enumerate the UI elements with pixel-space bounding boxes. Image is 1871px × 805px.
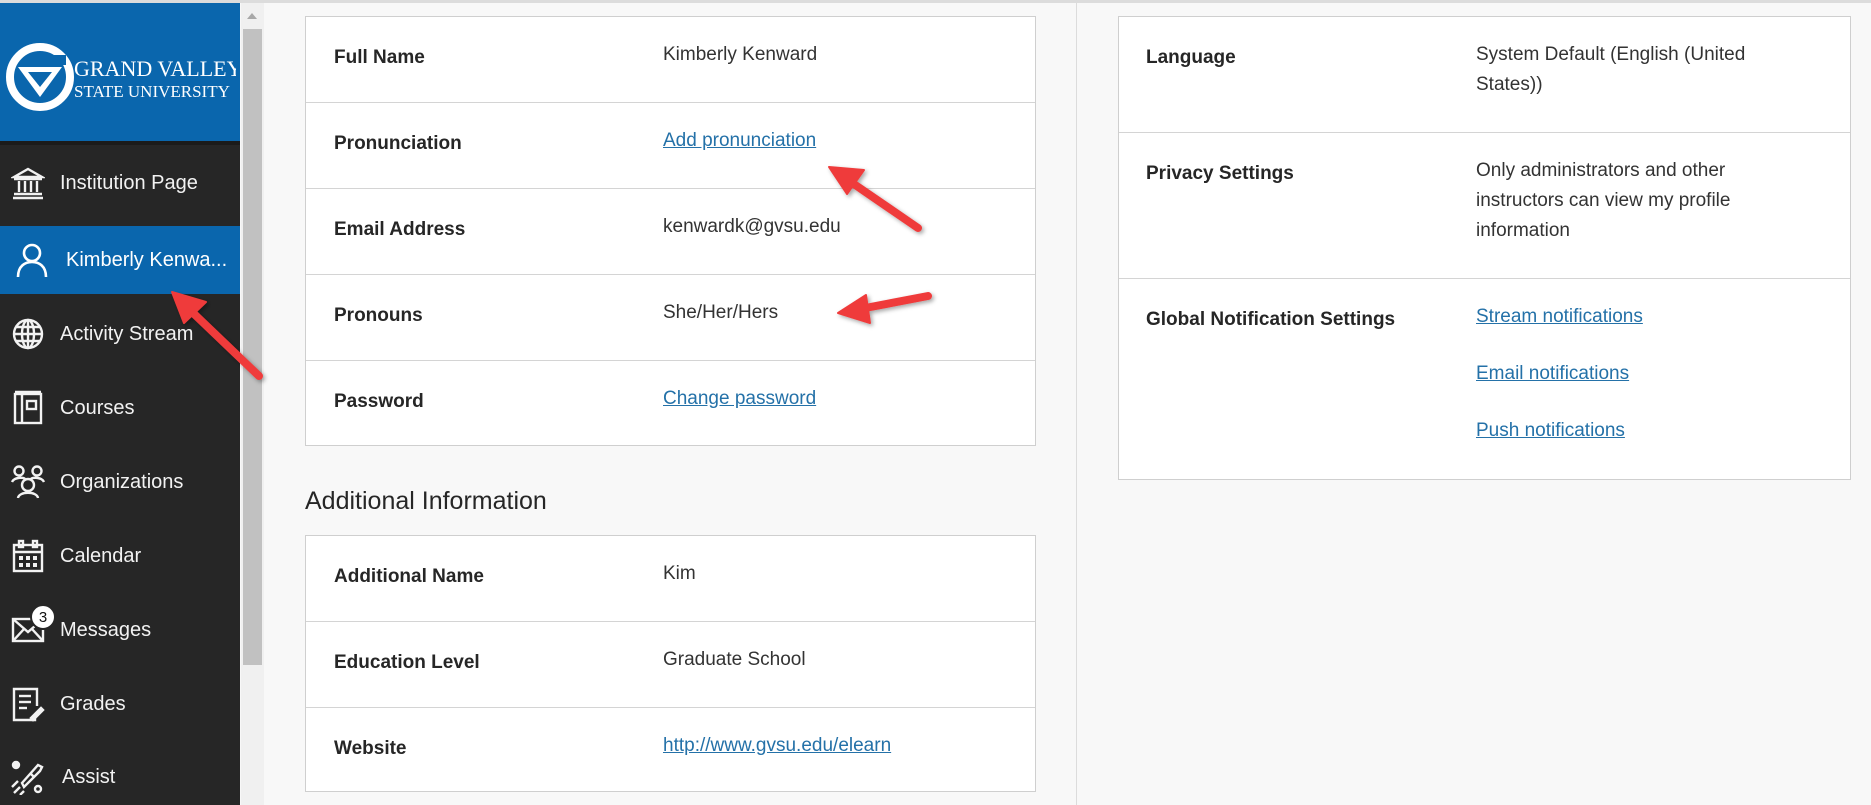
privacy-settings-label: Privacy Settings (1146, 163, 1294, 184)
stream-notifications-link[interactable]: Stream notifications (1476, 302, 1776, 332)
add-pronunciation-link[interactable]: Add pronunciation (663, 126, 816, 156)
password-row: Password Change password (306, 361, 1035, 447)
sidebar-item-institution-page[interactable]: Institution Page (0, 149, 240, 217)
email-row: Email Address kenwardk@gvsu.edu (306, 189, 1035, 275)
logo-line1: GRAND VALLEY (74, 56, 236, 81)
website-link[interactable]: http://www.gvsu.edu/elearn (663, 731, 891, 761)
full-name-label: Full Name (334, 47, 425, 68)
courses-icon (10, 390, 46, 426)
education-level-label: Education Level (334, 652, 480, 673)
sidebar-item-label: Messages (60, 618, 152, 641)
notification-links: Stream notifications Email notifications… (1476, 302, 1776, 473)
sidebar-item-organizations[interactable]: Organizations (0, 448, 240, 516)
sidebar-item-calendar[interactable]: Calendar (0, 522, 240, 590)
notification-settings-row: Global Notification Settings Stream noti… (1119, 279, 1850, 479)
calendar-icon (10, 538, 46, 574)
change-password-link[interactable]: Change password (663, 384, 816, 414)
user-icon (14, 242, 50, 278)
unread-messages-badge: 3 (30, 604, 56, 630)
push-notifications-link[interactable]: Push notifications (1476, 416, 1776, 446)
sidebar: GRAND VALLEY STATE UNIVERSITY Institutio… (0, 3, 240, 805)
institution-icon (10, 165, 46, 201)
sidebar-item-activity-stream[interactable]: Activity Stream (0, 300, 240, 368)
privacy-settings-row: Privacy Settings Only administrators and… (1119, 133, 1850, 279)
sidebar-item-messages[interactable]: 3 Messages (0, 596, 240, 664)
pronouns-value: She/Her/Hers (663, 302, 779, 323)
sidebar-item-label: Kimberly Kenwa... (66, 248, 228, 271)
notification-settings-label: Global Notification Settings (1146, 309, 1396, 330)
sidebar-item-profile[interactable]: Kimberly Kenwa... (0, 226, 240, 294)
full-name-value: Kimberly Kenward (663, 44, 818, 65)
organizations-icon (10, 464, 46, 500)
additional-name-value: Kim (663, 563, 696, 584)
pronouns-row: Pronouns She/Her/Hers (306, 275, 1035, 361)
sidebar-item-grades[interactable]: Grades (0, 670, 240, 738)
scroll-thumb[interactable] (243, 29, 262, 665)
top-border (0, 0, 1871, 3)
language-value: System Default (English (United States)) (1476, 44, 1746, 95)
additional-info-card: Additional Name Kim Education Level Grad… (305, 535, 1036, 792)
column-divider (1076, 3, 1077, 805)
email-label: Email Address (334, 219, 466, 240)
assist-icon (10, 759, 46, 795)
sidebar-item-label: Organizations (60, 470, 184, 493)
education-level-value: Graduate School (663, 649, 806, 670)
password-label: Password (334, 391, 424, 412)
sidebar-item-label: Activity Stream (60, 322, 194, 345)
scroll-up-arrow-icon[interactable] (247, 13, 257, 19)
additional-name-label: Additional Name (334, 566, 484, 587)
sidebar-item-label: Institution Page (60, 171, 198, 194)
page-scrollbar[interactable] (241, 3, 264, 805)
sidebar-item-label: Calendar (60, 544, 142, 567)
email-value: kenwardk@gvsu.edu (663, 216, 841, 237)
grades-icon (10, 686, 46, 722)
language-row: Language System Default (English (United… (1119, 17, 1850, 133)
website-label: Website (334, 738, 407, 759)
settings-card: Language System Default (English (United… (1118, 16, 1851, 480)
language-label: Language (1146, 47, 1236, 68)
email-notifications-link[interactable]: Email notifications (1476, 359, 1776, 389)
sidebar-item-label: Courses (60, 396, 135, 419)
university-logo[interactable]: GRAND VALLEY STATE UNIVERSITY (0, 3, 240, 145)
education-level-row: Education Level Graduate School (306, 622, 1035, 708)
gvsu-logo-icon: GRAND VALLEY STATE UNIVERSITY (6, 43, 236, 111)
sidebar-item-courses[interactable]: Courses (0, 374, 240, 442)
logo-line2: STATE UNIVERSITY (74, 82, 230, 101)
website-row: Website http://www.gvsu.edu/elearn (306, 708, 1035, 794)
pronunciation-row: Pronunciation Add pronunciation (306, 103, 1035, 189)
basic-info-card: Full Name Kimberly Kenward Pronunciation… (305, 16, 1036, 446)
globe-icon (10, 316, 46, 352)
sidebar-item-label: Grades (60, 692, 126, 715)
additional-name-row: Additional Name Kim (306, 536, 1035, 622)
sidebar-item-assist[interactable]: Assist (0, 743, 240, 805)
privacy-settings-value: Only administrators and other instructor… (1476, 160, 1731, 241)
sidebar-item-label: Assist (62, 765, 116, 788)
full-name-row: Full Name Kimberly Kenward (306, 17, 1035, 103)
pronouns-label: Pronouns (334, 305, 423, 326)
pronunciation-label: Pronunciation (334, 133, 462, 154)
additional-info-heading: Additional Information (305, 487, 547, 515)
